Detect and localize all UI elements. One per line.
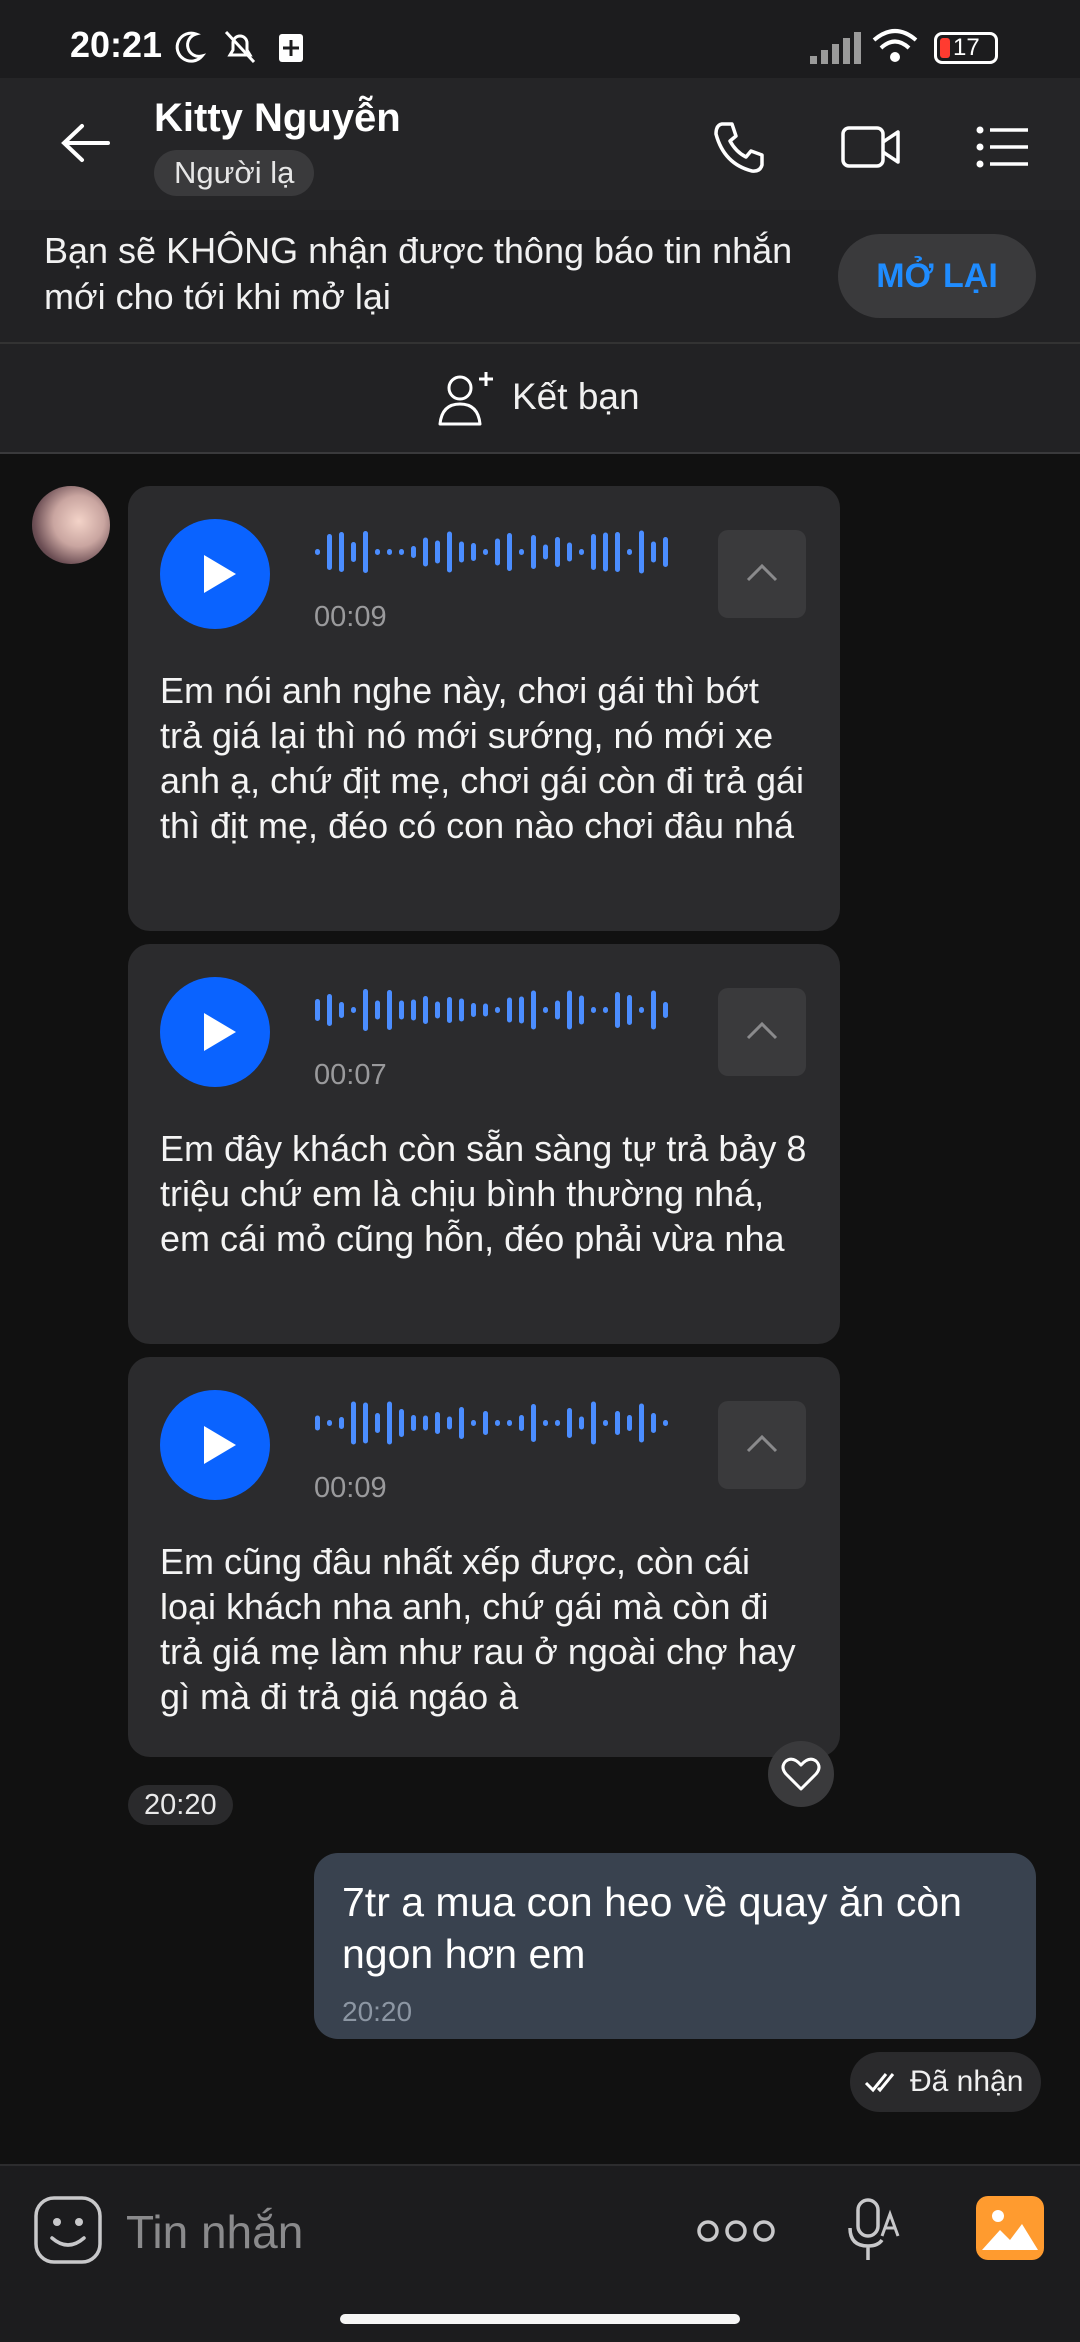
battery-saver-icon <box>279 34 303 62</box>
outgoing-message-time: 20:20 <box>342 1996 413 2027</box>
voice-transcript: Em đây khách còn sẵn sàng tự trả bảy 8 t… <box>160 1128 807 1259</box>
voice-message-card[interactable]: 00:09 Em nói anh nghe này, chơi gái thì … <box>128 486 840 931</box>
collapse-transcript-button[interactable] <box>718 1401 806 1489</box>
voice-duration: 00:09 <box>314 601 387 633</box>
phone-icon[interactable] <box>710 118 768 176</box>
voice-duration: 00:09 <box>314 1472 387 1504</box>
chevron-up-icon <box>746 1021 778 1040</box>
signal-icon <box>810 32 861 64</box>
reopen-button[interactable]: MỞ LẠI <box>838 234 1036 318</box>
voice-duration: 00:07 <box>314 1059 387 1091</box>
voice-transcript: Em cũng đâu nhất xếp được, còn cái loại … <box>160 1541 796 1717</box>
play-button[interactable] <box>160 977 270 1087</box>
play-icon <box>204 555 236 593</box>
outgoing-message-text: 7tr a mua con heo về quay ăn còn ngon hơ… <box>342 1879 962 1977</box>
play-icon <box>204 1013 236 1051</box>
message-timestamp: 20:20 <box>128 1785 233 1825</box>
collapse-transcript-button[interactable] <box>718 530 806 618</box>
add-friend-label[interactable]: Kết bạn <box>512 376 640 418</box>
play-icon <box>204 1426 236 1464</box>
heart-icon <box>781 1757 821 1791</box>
battery-level: 17 <box>953 34 980 61</box>
add-friend-icon[interactable] <box>436 368 498 428</box>
image-icon <box>982 2210 1038 2250</box>
react-button[interactable] <box>768 1741 834 1807</box>
chevron-up-icon <box>746 563 778 582</box>
contact-avatar[interactable] <box>32 486 110 564</box>
menu-list-icon[interactable] <box>974 122 1032 172</box>
moon-icon <box>175 31 207 63</box>
video-call-icon[interactable] <box>840 122 902 172</box>
wifi-icon <box>872 29 918 62</box>
message-input[interactable]: Tin nhắn <box>126 2205 303 2259</box>
battery-icon: 17 <box>934 32 998 64</box>
audio-waveform <box>315 530 668 574</box>
contact-name[interactable]: Kitty Nguyễn <box>154 96 401 141</box>
more-options-icon[interactable] <box>696 2214 776 2248</box>
delivery-status: Đã nhận <box>850 2052 1042 2112</box>
chevron-up-icon <box>746 1434 778 1453</box>
play-button[interactable] <box>160 1390 270 1500</box>
audio-waveform <box>315 989 668 1031</box>
back-arrow-icon[interactable] <box>58 118 116 168</box>
double-check-icon <box>864 2073 895 2093</box>
home-indicator <box>340 2314 740 2324</box>
sticker-icon[interactable] <box>32 2194 104 2266</box>
audio-waveform <box>315 1401 668 1445</box>
gallery-button[interactable] <box>976 2196 1044 2260</box>
voice-to-text-icon[interactable] <box>846 2196 902 2266</box>
collapse-transcript-button[interactable] <box>718 988 806 1076</box>
delivery-status-label: Đã nhận <box>910 2065 1024 2098</box>
voice-transcript: Em nói anh nghe này, chơi gái thì bớt tr… <box>160 670 805 846</box>
status-time: 20:21 <box>70 24 163 65</box>
bell-off-icon <box>224 30 256 64</box>
stranger-tag: Người lạ <box>154 150 315 196</box>
voice-message-card[interactable]: 00:09 Em cũng đâu nhất xếp được, còn cái… <box>128 1357 840 1757</box>
voice-message-card[interactable]: 00:07 Em đây khách còn sẵn sàng tự trả b… <box>128 944 840 1344</box>
muted-notice-text: Bạn sẽ KHÔNG nhận được thông báo tin nhắ… <box>44 230 793 317</box>
play-button[interactable] <box>160 519 270 629</box>
